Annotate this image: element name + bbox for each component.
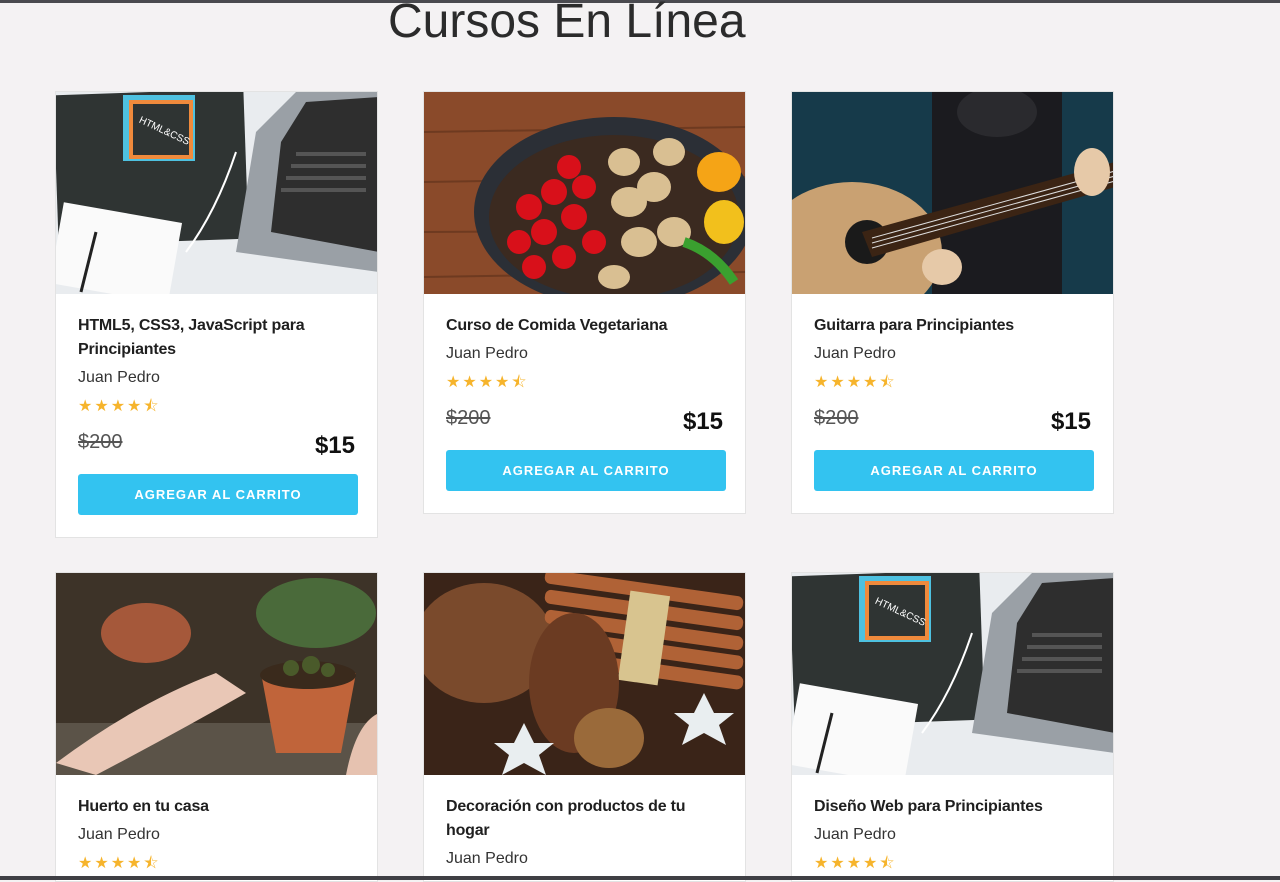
star-icon: ★ [446,374,461,391]
star-icon: ★ [462,374,477,391]
star-icon: ★ [830,855,845,872]
course-card: Curso de Comida Vegetariana Juan Pedro ★… [423,91,746,514]
star-icon: ★ [863,855,878,872]
add-to-cart-button[interactable]: AGREGAR AL CARRITO [446,450,726,491]
add-to-cart-button[interactable]: AGREGAR AL CARRITO [814,450,1094,491]
course-card: HTML&CSS HTML5, CSS3, JavaScript para Pr… [55,91,378,538]
sale-price: $15 [682,408,723,435]
star-icon: ★ [94,398,109,415]
price-row: $200 $15 [78,428,355,460]
rating-stars: ★ ★ ★ ★ ⯪ [814,374,1091,392]
star-icon: ★ [495,374,510,391]
add-to-cart-button[interactable]: AGREGAR AL CARRITO [78,474,358,515]
old-price: $200 [814,407,859,429]
star-icon: ★ [830,374,845,391]
course-card: Decoración con productos de tu hogar Jua… [423,572,746,882]
rating-stars: ★ ★ ★ ★ ⯪ [78,855,355,873]
star-icon: ★ [127,398,142,415]
old-price: $200 [446,407,491,429]
course-author: Juan Pedro [78,369,160,386]
half-star-icon: ⯪ [143,398,159,415]
price-row: $200 $15 [814,404,1091,436]
course-author: Juan Pedro [814,345,896,362]
star-icon: ★ [863,374,878,391]
bottom-border [0,876,1280,880]
star-icon: ★ [78,855,93,872]
course-title[interactable]: Diseño Web para Principiantes [814,795,1091,819]
course-author: Juan Pedro [78,826,160,843]
course-title[interactable]: Decoración con productos de tu hogar [446,795,723,843]
star-icon: ★ [94,855,109,872]
course-image[interactable] [56,573,377,775]
star-icon: ★ [110,855,126,872]
price-row: $200 $15 [446,404,723,436]
star-icon: ★ [814,374,829,391]
half-star-icon: ⯪ [511,374,527,391]
course-title[interactable]: Huerto en tu casa [78,795,355,819]
old-price: $200 [78,431,123,453]
rating-stars: ★ ★ ★ ★ ⯪ [78,398,355,416]
course-author: Juan Pedro [446,345,528,362]
star-icon: ★ [110,398,126,415]
rating-stars: ★ ★ ★ ★ ⯪ [446,374,723,392]
course-card: Huerto en tu casa Juan Pedro ★ ★ ★ ★ ⯪ [55,572,378,882]
course-author: Juan Pedro [446,850,528,867]
rating-stars: ★ ★ ★ ★ ⯪ [814,855,1091,873]
star-icon: ★ [127,855,142,872]
course-image[interactable] [424,92,745,294]
sale-price: $15 [1050,408,1091,435]
course-image[interactable]: HTML&CSS [792,573,1113,775]
course-image[interactable]: HTML&CSS [56,92,377,294]
sale-price: $15 [314,432,355,459]
course-author: Juan Pedro [814,826,896,843]
star-icon: ★ [846,374,862,391]
half-star-icon: ⯪ [879,374,895,391]
star-icon: ★ [846,855,862,872]
course-title[interactable]: Guitarra para Principiantes [814,314,1091,338]
star-icon: ★ [814,855,829,872]
star-icon: ★ [78,398,93,415]
course-image[interactable] [792,92,1113,294]
course-image[interactable] [424,573,745,775]
course-title[interactable]: Curso de Comida Vegetariana [446,314,723,338]
course-title[interactable]: HTML5, CSS3, JavaScript para Principiant… [78,314,355,362]
page-title: Cursos En Línea [388,0,746,48]
half-star-icon: ⯪ [879,855,895,872]
course-card: HTML&CSS Diseño Web para Principiantes J… [791,572,1114,882]
course-card: Guitarra para Principiantes Juan Pedro ★… [791,91,1114,514]
star-icon: ★ [478,374,494,391]
half-star-icon: ⯪ [143,855,159,872]
